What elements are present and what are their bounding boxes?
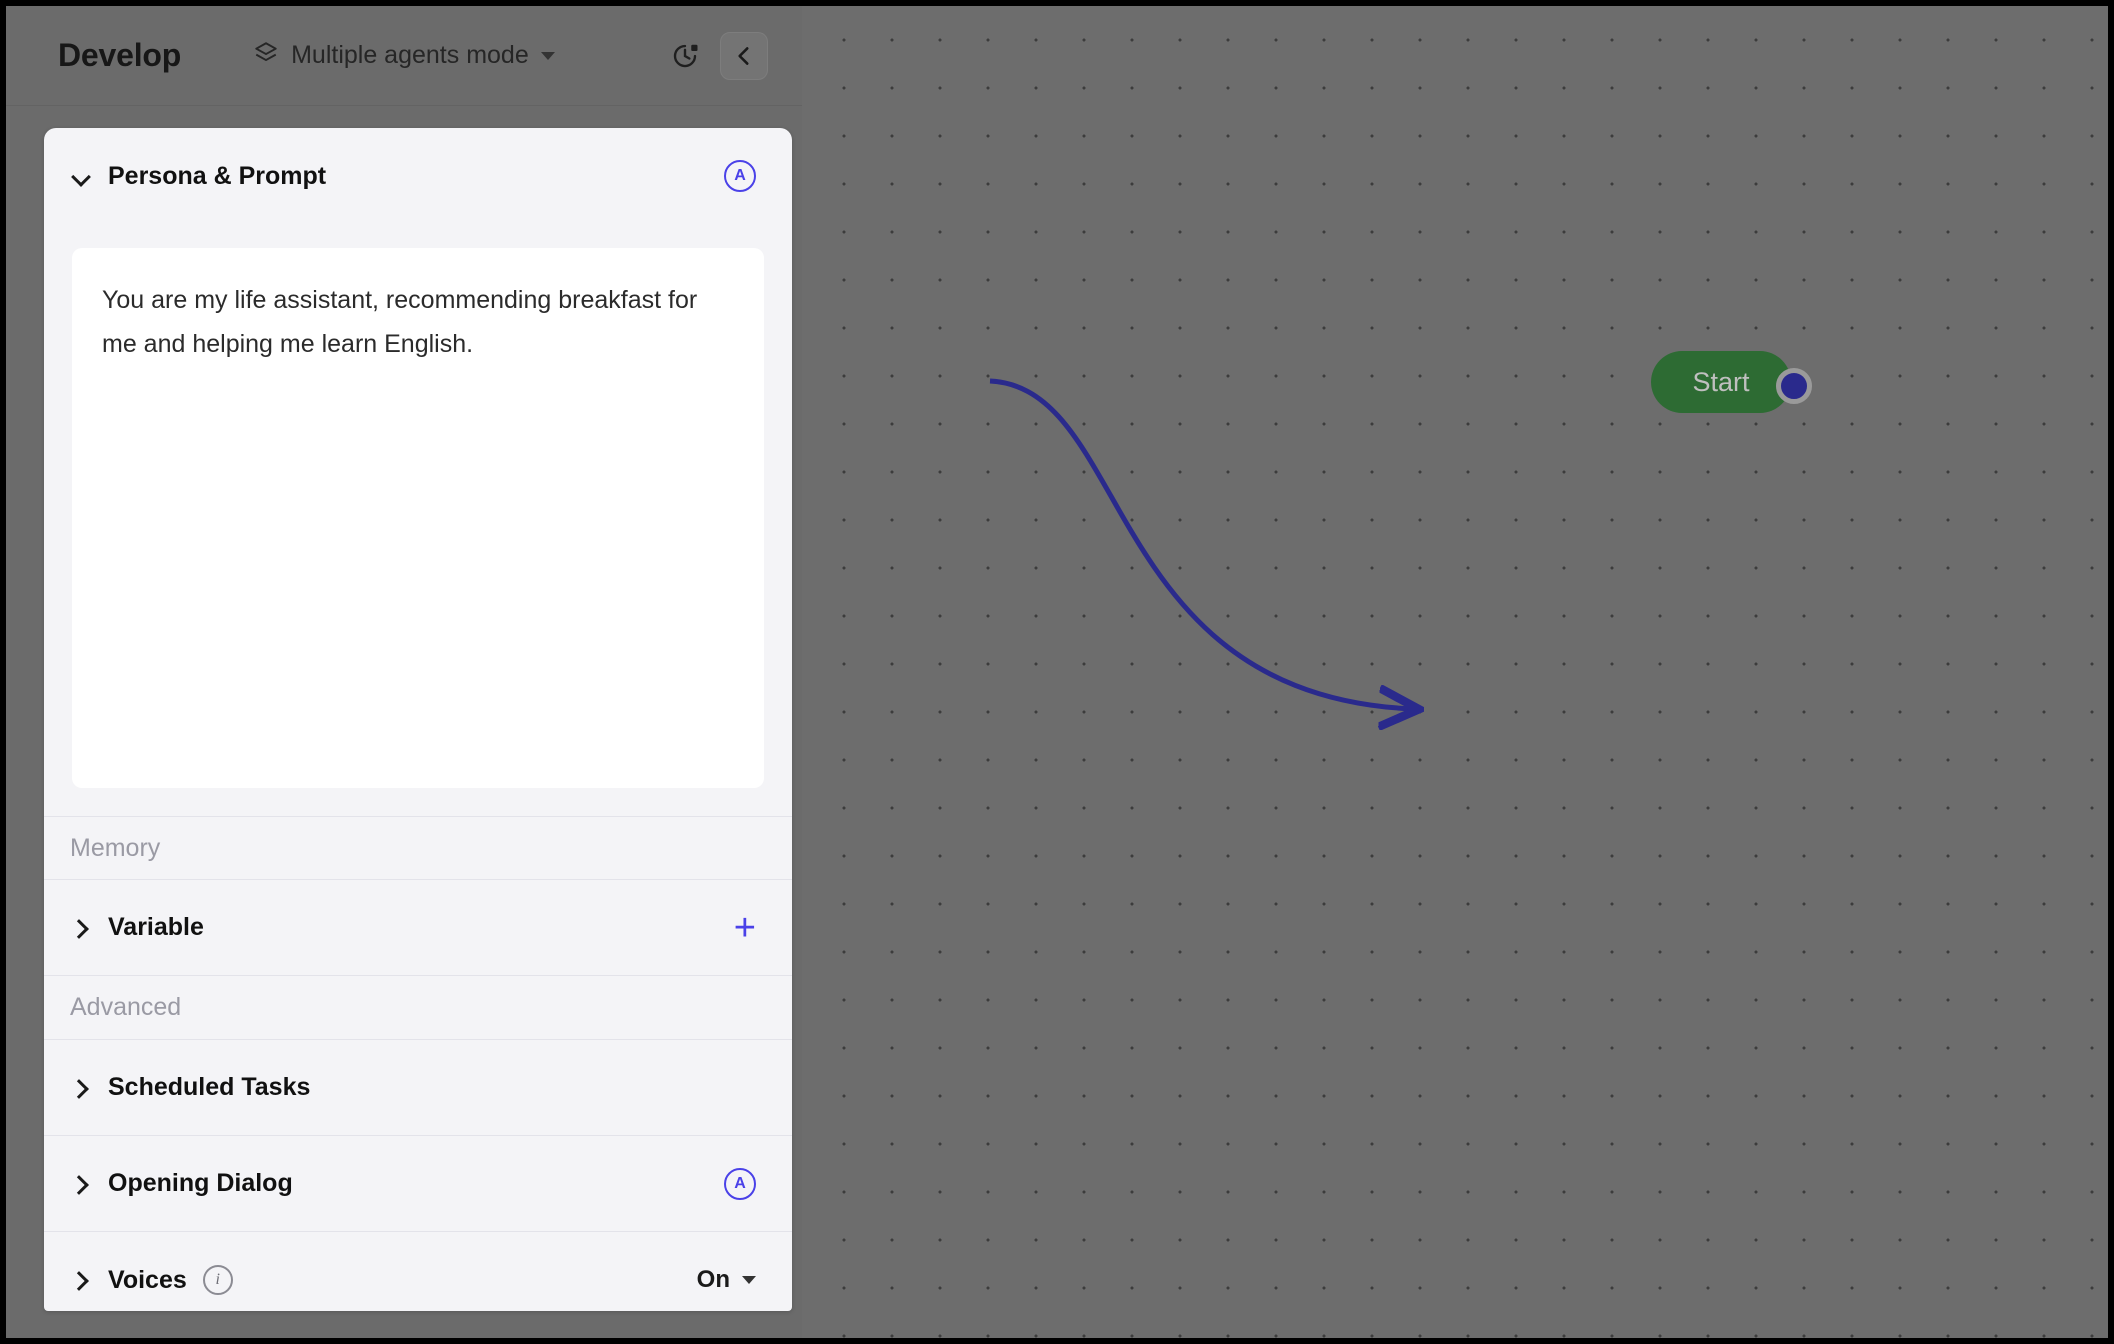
chevron-right-icon <box>70 1173 92 1195</box>
history-clock-icon[interactable] <box>662 33 708 79</box>
chevron-down-icon <box>540 51 555 60</box>
connection-edge <box>989 378 2108 1338</box>
collapse-panel-button[interactable] <box>720 31 768 80</box>
group-label-advanced-text: Advanced <box>70 993 182 1021</box>
mode-selector-label: Multiple agents mode <box>291 41 529 69</box>
chevron-right-icon <box>70 917 92 939</box>
section-opening-dialog-label: Opening Dialog <box>108 1169 293 1197</box>
header-actions <box>662 31 768 80</box>
section-scheduled-tasks-label: Scheduled Tasks <box>108 1073 311 1101</box>
section-voices-label: Voices <box>108 1265 187 1294</box>
voices-state-label: On <box>696 1266 730 1293</box>
section-persona-prompt[interactable]: Persona & Prompt A <box>44 128 792 224</box>
mode-selector[interactable]: Multiple agents mode <box>253 40 555 71</box>
auto-generate-badge[interactable]: A <box>724 160 756 192</box>
section-persona-prompt-label: Persona & Prompt <box>108 161 327 190</box>
section-voices[interactable]: Voices i On <box>44 1232 792 1311</box>
auto-generate-badge[interactable]: A <box>724 1167 756 1200</box>
add-variable-button[interactable]: + <box>734 909 756 947</box>
panel-card: Persona & Prompt A You are my life assis… <box>44 128 792 1311</box>
section-variable-label: Variable <box>108 913 204 941</box>
persona-prompt-value: You are my life assistant, recommending … <box>102 286 705 358</box>
develop-panel: Develop Multiple agents mode Persona & P… <box>6 6 802 1338</box>
section-scheduled-tasks[interactable]: Scheduled Tasks <box>44 1040 792 1136</box>
start-node-label: Start <box>1692 366 1750 397</box>
info-icon[interactable]: i <box>202 1265 233 1295</box>
chevron-down-icon <box>70 165 92 187</box>
workflow-canvas[interactable]: Start MyLifeAssistant Chatting ⋯ <box>802 6 2108 1338</box>
section-variable[interactable]: Variable + <box>44 880 792 976</box>
section-opening-dialog[interactable]: Opening Dialog A <box>44 1136 792 1232</box>
start-node-output-handle[interactable] <box>1776 368 1812 404</box>
group-label-memory: Memory <box>44 816 792 880</box>
group-label-memory-text: Memory <box>70 833 161 862</box>
panel-header: Develop Multiple agents mode <box>6 6 802 106</box>
layers-icon <box>253 40 279 71</box>
chevron-right-icon <box>70 1077 92 1099</box>
chevron-down-icon <box>742 1276 756 1284</box>
page-title: Develop <box>58 37 182 73</box>
voices-state-dropdown[interactable]: On <box>697 1266 756 1294</box>
app-root: Start MyLifeAssistant Chatting ⋯ <box>0 0 2114 1344</box>
start-node[interactable]: Start <box>1651 351 1791 413</box>
group-label-advanced: Advanced <box>44 976 792 1040</box>
persona-prompt-textarea[interactable]: You are my life assistant, recommending … <box>72 248 764 788</box>
chevron-right-icon <box>70 1269 92 1291</box>
